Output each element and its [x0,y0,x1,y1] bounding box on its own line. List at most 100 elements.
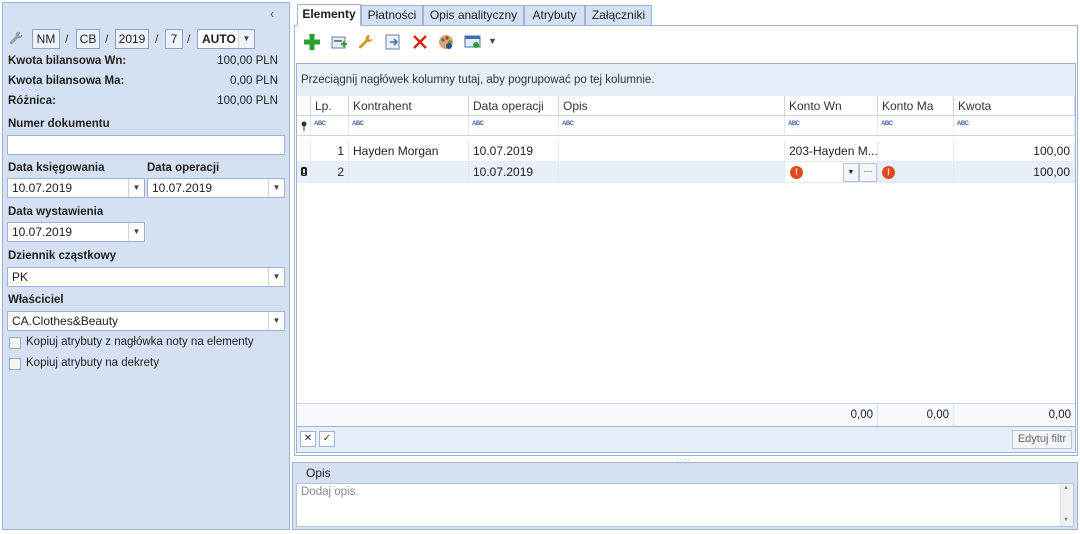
chevron-down-icon[interactable]: ▼ [128,179,144,197]
collapse-panel-icon[interactable]: ‹ [270,6,274,21]
cell-lp[interactable]: 1 [311,141,349,162]
cell-kwota[interactable]: 100,00 [954,162,1075,183]
tab-zalaczniki[interactable]: Załączniki [585,5,652,26]
filter-cell-data[interactable]: ABC [469,116,559,136]
copy-attr-entries-checkbox[interactable] [9,358,21,370]
text-filter-icon: ABC [314,121,326,127]
number-series-prefix[interactable]: NM [32,29,60,49]
wrench-icon[interactable] [8,30,24,46]
scroll-up-icon[interactable]: ▲ [1063,485,1069,491]
cell-data-operacji[interactable]: 10.07.2019 [469,141,559,162]
column-header-kontrahent[interactable]: Kontrahent [349,96,469,116]
tab-elementy[interactable]: Elementy [297,4,361,26]
booking-date-value: 10.07.2019 [12,181,73,195]
tab-opis-analityczny[interactable]: Opis analityczny [423,5,524,26]
filter-cell-konto-ma[interactable]: ABC [878,116,954,136]
column-header-data-operacji[interactable]: Data operacji [469,96,559,116]
chevron-down-icon[interactable]: ▼ [268,312,284,330]
chevron-down-icon[interactable]: ▼ [238,30,254,48]
delete-icon[interactable] [410,32,430,52]
edit-row-icon [301,167,307,176]
export-icon[interactable] [383,32,403,52]
text-filter-icon: ABC [788,121,800,127]
booking-date-input[interactable]: 10.07.2019 [7,178,145,198]
number-separator: / [65,32,69,46]
opis-scrollbar[interactable]: ▲ ▼ [1060,484,1073,526]
difference-value: 100,00 PLN [217,95,278,107]
row-indicator-header [297,96,311,116]
column-header-opis[interactable]: Opis [559,96,785,116]
cell-konto-ma[interactable] [878,141,954,162]
view-settings-icon[interactable] [463,32,483,52]
filter-cell-kontrahent[interactable]: ABC [349,116,469,136]
chevron-down-icon[interactable]: ▼ [843,163,859,182]
issue-date-input[interactable]: 10.07.2019 [7,222,145,242]
text-filter-icon: ABC [957,121,969,127]
filter-cell-opis[interactable]: ABC [559,116,785,136]
number-series-symbol[interactable]: CB [76,29,100,49]
owner-select[interactable]: CA.Clothes&Beauty [7,311,285,331]
cell-lp[interactable]: 2 [311,162,349,183]
column-header-kwota[interactable]: Kwota [954,96,1075,116]
palette-icon[interactable] [437,32,457,52]
chevron-down-icon[interactable]: ▼ [268,179,284,197]
number-separator: / [187,32,191,46]
add-icon[interactable] [302,32,322,52]
operation-date-input[interactable]: 10.07.2019 [147,178,285,198]
copy-attr-header-checkbox[interactable] [9,337,21,349]
cell-opis[interactable] [559,162,785,183]
doc-number-input[interactable] [7,135,285,155]
number-separator: / [155,32,159,46]
filter-cell-lp[interactable]: ABC [311,116,349,136]
error-icon: ! [790,166,803,179]
balance-wn-value: 100,00 PLN [217,55,278,67]
balance-ma-label: Kwota bilansowa Ma: [8,75,125,87]
cell-opis[interactable] [559,141,785,162]
text-filter-icon: ABC [472,121,484,127]
filter-cell-kwota[interactable]: ABC [954,116,1075,136]
row-indicator [297,141,311,162]
operation-date-label: Data operacji [147,162,220,174]
column-header-konto-ma[interactable]: Konto Ma [878,96,954,116]
scroll-down-icon[interactable]: ▼ [1063,517,1069,523]
chevron-down-icon[interactable]: ▼ [488,36,497,46]
cell-kontrahent[interactable] [349,162,469,183]
more-button[interactable]: ··· [859,163,877,182]
copy-attr-header-label: Kopiuj atrybuty z nagłówka noty na eleme… [26,336,254,348]
wrench-icon[interactable] [356,32,376,52]
filter-enabled-checkbox[interactable]: ✓ [319,431,335,447]
sum-konto-wn: 0,00 [785,404,878,426]
number-separator: / [105,32,109,46]
sum-konto-ma: 0,00 [878,404,954,426]
number-auto-value: AUTO [202,32,236,46]
cell-kwota[interactable]: 100,00 [954,141,1075,162]
clear-filter-icon[interactable]: ✕ [300,431,316,447]
balance-wn-label: Kwota bilansowa Wn: [8,55,127,67]
text-filter-icon: ABC [352,121,364,127]
opis-textarea[interactable]: Dodaj opis. [296,483,1074,527]
chevron-down-icon[interactable]: ▼ [268,268,284,286]
booking-date-label: Data księgowania [8,162,105,174]
cell-konto-wn[interactable]: 203-Hayden M... [785,141,878,162]
text-filter-icon: ABC [562,121,574,127]
opis-title: Opis [306,466,331,480]
number-series-month[interactable]: 7 [165,29,183,49]
doc-number-label: Numer dokumentu [8,118,110,130]
column-header-konto-wn[interactable]: Konto Wn [785,96,878,116]
group-by-area[interactable]: Przeciągnij nagłówek kolumny tutaj, aby … [297,64,1075,96]
chevron-down-icon[interactable]: ▼ [128,223,144,241]
issue-date-value: 10.07.2019 [12,225,73,239]
journal-label: Dziennik cząstkowy [8,250,117,262]
tab-atrybuty[interactable]: Atrybuty [524,5,585,26]
filter-cell-konto-wn[interactable]: ABC [785,116,878,136]
cell-kontrahent[interactable]: Hayden Morgan [349,141,469,162]
column-header-lp[interactable]: Lp. [311,96,349,116]
edit-filter-button[interactable]: Edytuj filtr [1012,430,1072,449]
tab-platnosci[interactable]: Płatności [361,5,423,26]
cell-data-operacji[interactable]: 10.07.2019 [469,162,559,183]
filter-row-indicator [297,116,311,136]
journal-select[interactable]: PK [7,267,285,287]
owner-value: CA.Clothes&Beauty [12,314,119,328]
add-from-template-icon[interactable] [329,32,349,52]
number-series-year[interactable]: 2019 [115,29,149,49]
